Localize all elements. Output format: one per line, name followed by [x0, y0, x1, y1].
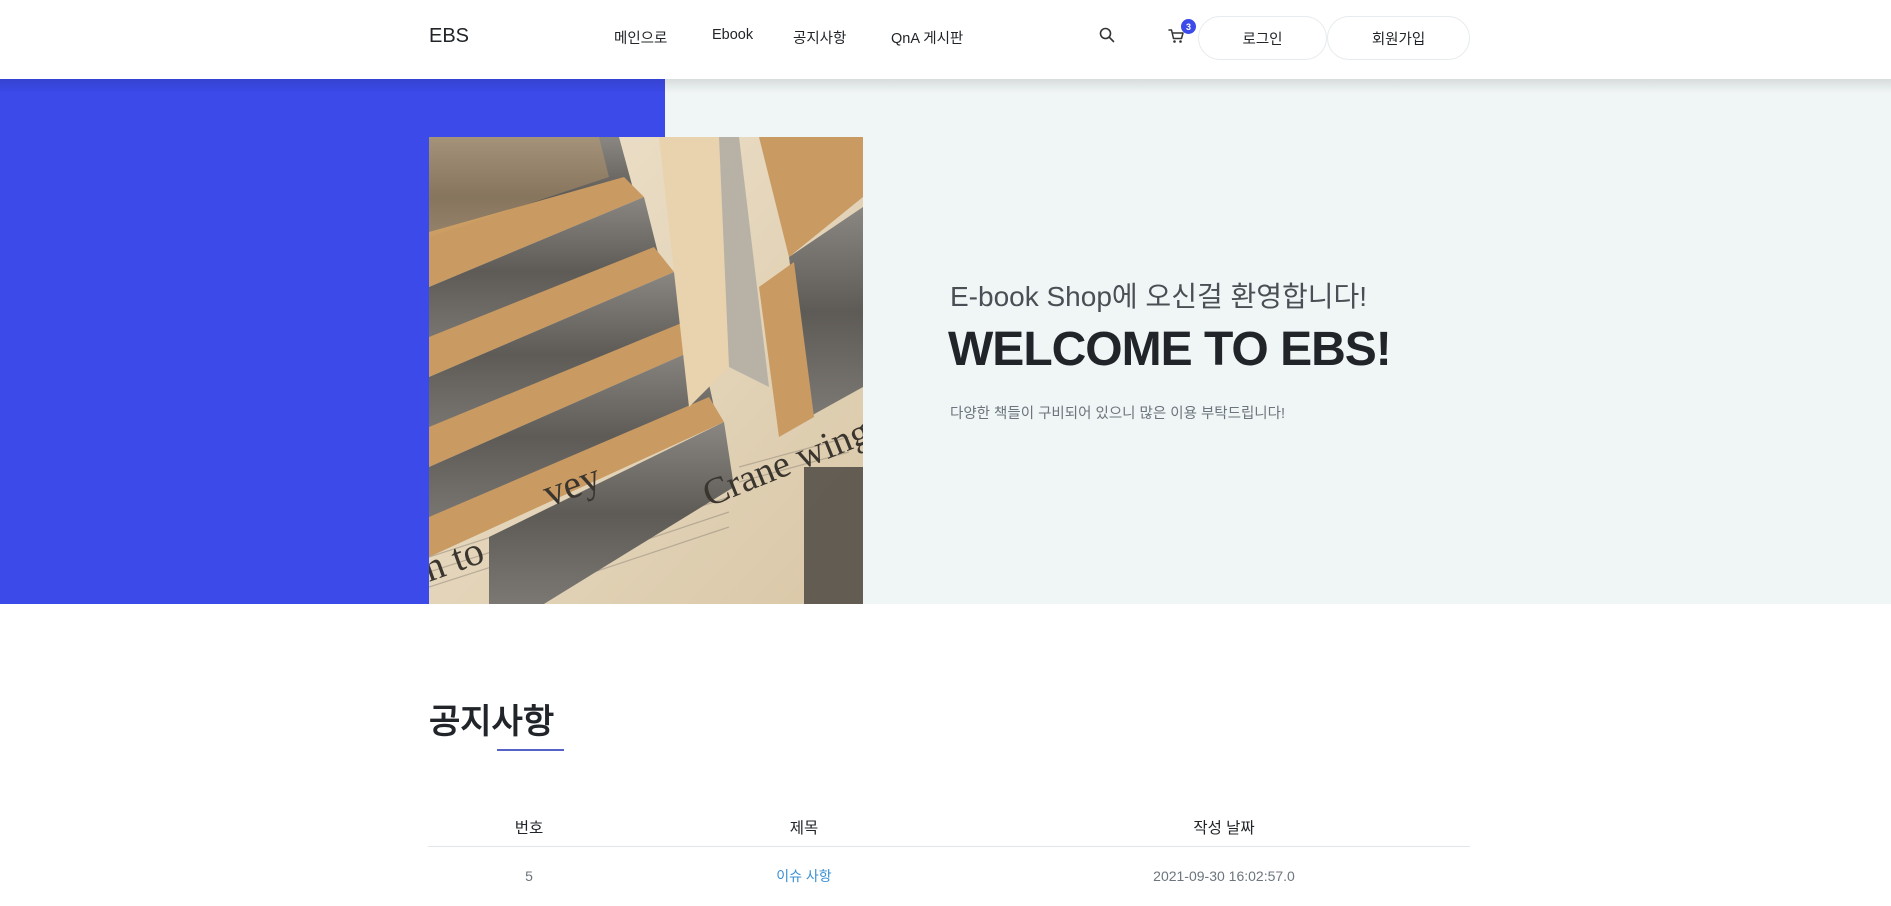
search-icon[interactable]	[1095, 23, 1119, 47]
hero-section: Crane wing n to vey E-book Shop에 오신걸 환영합…	[0, 79, 1891, 604]
notice-title-link[interactable]: 이슈 사항	[776, 868, 831, 884]
notice-section-title: 공지사항	[429, 703, 555, 741]
notice-table: 번호 제목 작성 날짜 5 이슈 사항 2021-09-30 16:02:57.…	[428, 808, 1470, 906]
column-header-date: 작성 날짜	[978, 808, 1470, 847]
section-title-underline	[497, 749, 564, 751]
notice-number: 5	[525, 868, 533, 885]
brand-logo[interactable]: EBS	[429, 25, 469, 48]
nav-link-main[interactable]: 메인으로	[614, 27, 667, 48]
cart-count-badge: 3	[1181, 19, 1196, 34]
signup-button[interactable]: 회원가입	[1327, 16, 1470, 60]
hero-description: 다양한 책들이 구비되어 있으니 많은 이용 부탁드립니다!	[950, 406, 1286, 422]
login-button[interactable]: 로그인	[1198, 16, 1327, 60]
top-navbar: EBS 메인으로 Ebook 공지사항 QnA 게시판 3 로그인 회원가입	[0, 0, 1891, 79]
table-row: 5 이슈 사항 2021-09-30 16:02:57.0	[428, 846, 1470, 906]
table-header-row: 번호 제목 작성 날짜	[428, 808, 1470, 847]
column-header-title: 제목	[630, 808, 978, 847]
column-header-number: 번호	[428, 808, 630, 847]
hero-subtitle: E-book Shop에 오신걸 환영합니다!	[950, 281, 1368, 312]
nav-link-ebook[interactable]: Ebook	[712, 27, 753, 43]
notice-title-cell: 이슈 사항	[630, 846, 978, 906]
nav-link-qna[interactable]: QnA 게시판	[891, 27, 963, 48]
hero-image-books: Crane wing n to vey	[429, 137, 863, 604]
hero-title: WELCOME TO EBS!	[948, 323, 1392, 376]
nav-link-notice[interactable]: 공지사항	[793, 27, 846, 48]
notice-date: 2021-09-30 16:02:57.0	[1153, 868, 1295, 885]
